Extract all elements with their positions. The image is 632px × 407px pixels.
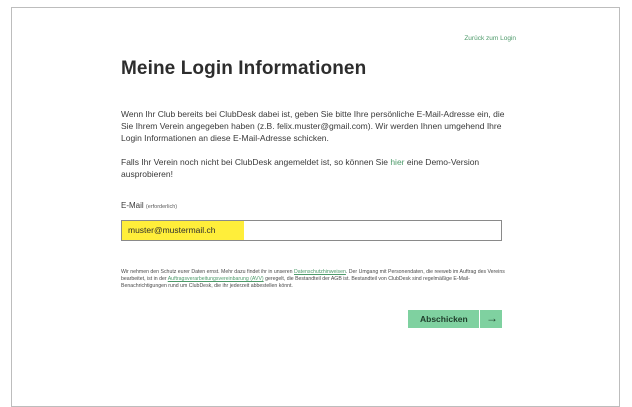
- demo-text-before: Falls Ihr Verein noch nicht bei ClubDesk…: [121, 157, 391, 167]
- email-label: E-Mail (erforderlich): [121, 201, 177, 210]
- back-to-login-link[interactable]: Zurück zum Login: [464, 35, 516, 42]
- privacy-notice: Wir nehmen den Schutz eurer Daten ernst.…: [121, 269, 506, 291]
- email-label-text: E-Mail: [121, 201, 144, 210]
- privacy-text-1: Wir nehmen den Schutz eurer Daten ernst.…: [121, 269, 295, 275]
- arrow-right-icon: →: [486, 311, 498, 325]
- required-hint: (erforderlich): [145, 204, 178, 210]
- submit-label: Abschicken: [420, 314, 468, 324]
- page-title: Meine Login Informationen: [121, 58, 367, 79]
- demo-link[interactable]: hier: [390, 157, 404, 167]
- privacy-link[interactable]: Datenschutzhinweisen: [294, 269, 346, 275]
- avv-link[interactable]: Auftragsverarbeitungsvereinbarung (AVV): [168, 276, 264, 282]
- intro-paragraph: Wenn Ihr Club bereits bei ClubDesk dabei…: [121, 109, 505, 143]
- email-field[interactable]: muster@mustermail.ch: [121, 220, 502, 241]
- submit-divider: [479, 310, 480, 328]
- submit-button[interactable]: Abschicken →: [408, 310, 502, 328]
- demo-paragraph: Falls Ihr Verein noch nicht bei ClubDesk…: [121, 156, 511, 180]
- email-value: muster@mustermail.ch: [128, 225, 216, 235]
